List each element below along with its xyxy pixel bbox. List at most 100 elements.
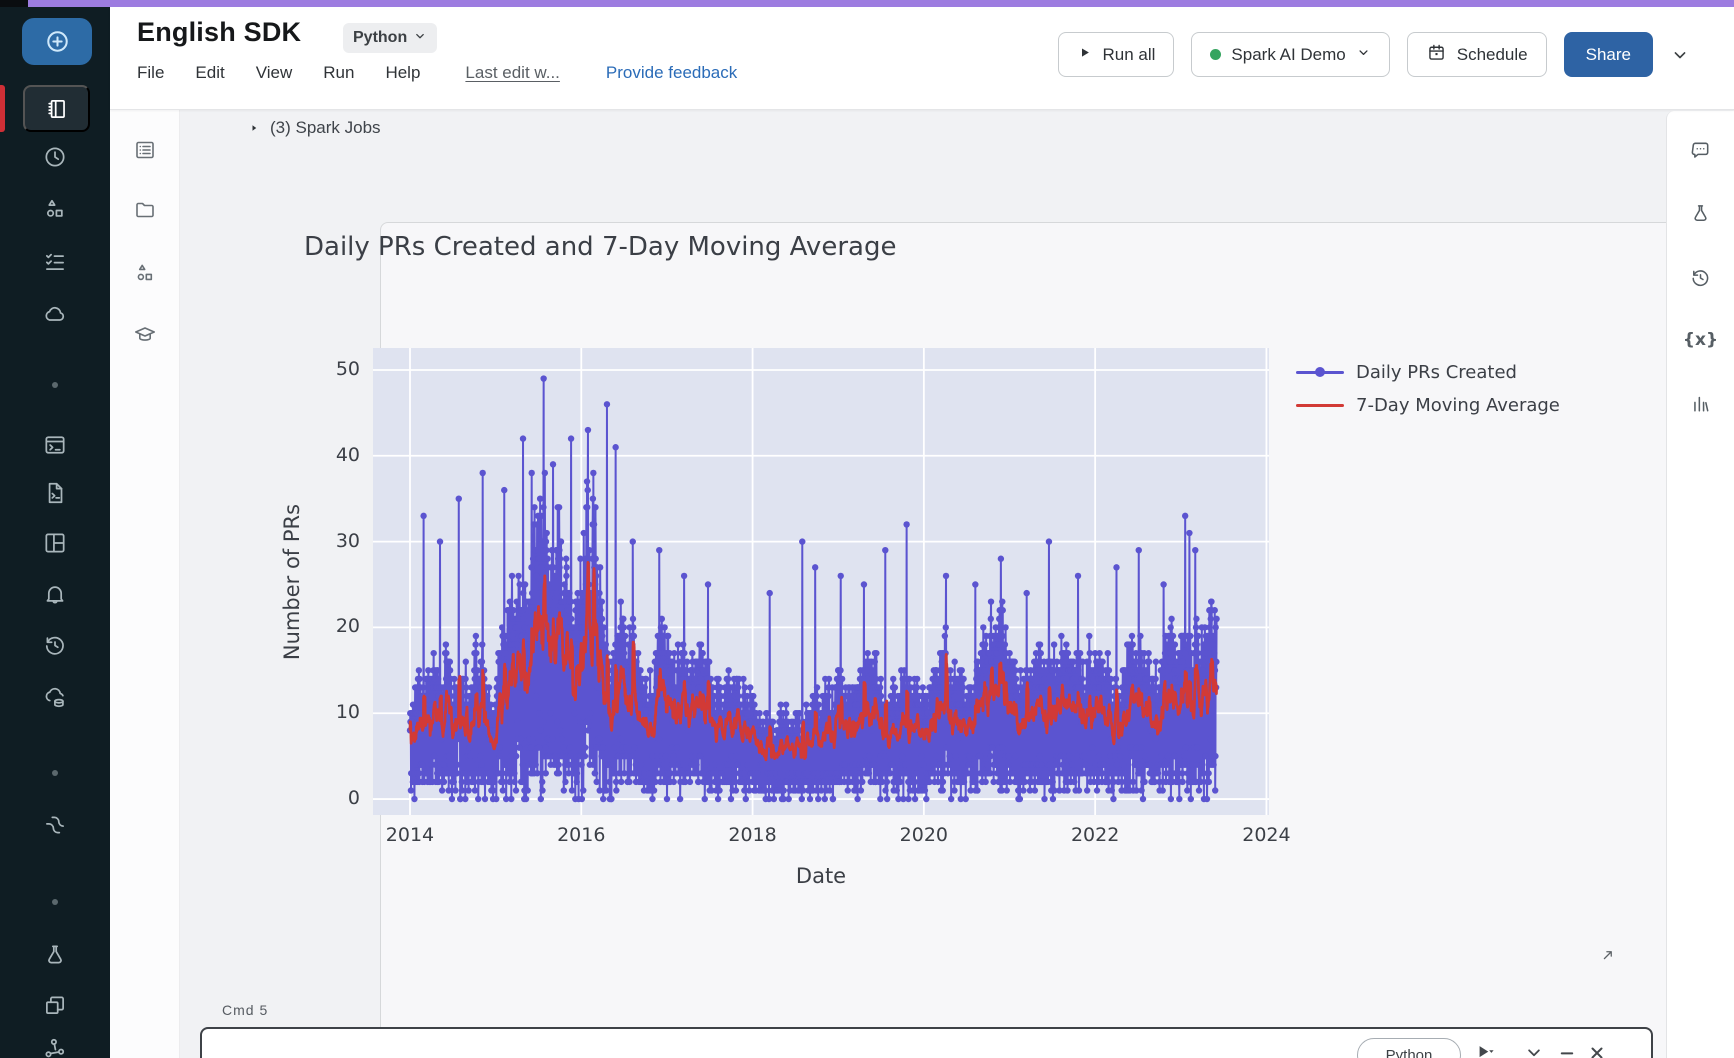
explorer-item-learn[interactable] bbox=[124, 314, 166, 356]
close-icon bbox=[1591, 1047, 1603, 1058]
explorer-item-catalog[interactable] bbox=[124, 252, 166, 294]
run-all-button[interactable]: Run all bbox=[1058, 32, 1175, 77]
explorer-item-table-of-contents[interactable] bbox=[124, 129, 166, 171]
alerts-icon bbox=[46, 586, 64, 604]
compute-icon bbox=[45, 306, 65, 321]
explorer-item-folder[interactable] bbox=[124, 189, 166, 231]
last-edit-link[interactable]: Last edit w... bbox=[465, 63, 560, 83]
menu-edit[interactable]: Edit bbox=[195, 63, 224, 83]
collapse-chevron-icon bbox=[1528, 1049, 1540, 1057]
notebook-header: English SDK Python File Edit View Run He… bbox=[110, 7, 1734, 110]
legend-entry: Daily PRs Created bbox=[1296, 360, 1560, 384]
menu-help[interactable]: Help bbox=[385, 63, 420, 83]
panel-item-variables[interactable]: {x} bbox=[1680, 319, 1722, 361]
panel-item-comments[interactable] bbox=[1680, 129, 1722, 171]
sidebar-item-catalog[interactable] bbox=[33, 187, 77, 231]
x-tick-label: 2024 bbox=[1242, 824, 1291, 846]
provide-feedback-link[interactable]: Provide feedback bbox=[606, 63, 737, 83]
chart-y-axis-label: Number of PRs bbox=[280, 503, 304, 661]
sidebar-item-serving[interactable] bbox=[33, 1026, 77, 1058]
sidebar-item-experiments[interactable] bbox=[33, 933, 77, 977]
revision-history-icon bbox=[1692, 269, 1709, 286]
catalog-icon bbox=[46, 199, 63, 217]
sidebar-item-models[interactable] bbox=[33, 983, 77, 1027]
charts-icon bbox=[1694, 396, 1709, 411]
sidebar-item-sql-editor[interactable] bbox=[33, 423, 77, 467]
panel-item-revision-history[interactable] bbox=[1680, 256, 1722, 298]
y-tick-label: 0 bbox=[347, 787, 360, 810]
serving-icon bbox=[45, 1038, 65, 1058]
chart-title: Daily PRs Created and 7-Day Moving Avera… bbox=[304, 232, 897, 262]
add-icon bbox=[46, 31, 68, 52]
separator-dot bbox=[52, 382, 58, 388]
cell-minimize-button[interactable] bbox=[1554, 1040, 1580, 1058]
minimize-icon bbox=[1560, 1052, 1574, 1055]
separator-dot bbox=[52, 770, 58, 776]
sidebar-item-pipelines[interactable] bbox=[33, 803, 77, 847]
cmd-label: Cmd 5 bbox=[222, 1002, 269, 1018]
sidebar-item-compute[interactable] bbox=[33, 292, 77, 336]
y-tick-label: 30 bbox=[335, 529, 360, 552]
cell-language-pill[interactable]: Python bbox=[1357, 1038, 1461, 1058]
table-of-contents-icon bbox=[135, 141, 154, 159]
spark-jobs-label: (3) Spark Jobs bbox=[270, 118, 381, 137]
language-badge-label: Python bbox=[353, 29, 408, 46]
x-tick-label: 2014 bbox=[385, 824, 435, 846]
legend-line-sample bbox=[1296, 367, 1344, 377]
chart-plot-canvas bbox=[373, 348, 1269, 815]
sidebar-item-alerts[interactable] bbox=[33, 571, 77, 615]
sidebar-item-recents[interactable] bbox=[33, 135, 77, 179]
cluster-status-dot bbox=[1210, 49, 1222, 60]
output-resize-handle[interactable] bbox=[1600, 948, 1615, 968]
sidebar-item-notebook[interactable] bbox=[23, 85, 90, 132]
chevron-down-icon bbox=[1356, 45, 1371, 65]
accent-corner bbox=[0, 0, 28, 7]
y-tick-label: 10 bbox=[335, 701, 360, 724]
cluster-label: Spark AI Demo bbox=[1231, 44, 1346, 64]
learn-icon bbox=[134, 327, 155, 341]
sidebar-item-queries[interactable] bbox=[33, 471, 77, 515]
x-tick-label: 2020 bbox=[899, 824, 949, 846]
dashboards-icon bbox=[45, 533, 65, 553]
play-icon bbox=[1077, 45, 1092, 65]
share-button[interactable]: Share bbox=[1563, 32, 1653, 77]
left-rail bbox=[0, 7, 110, 1058]
cell-close-button[interactable] bbox=[1584, 1040, 1610, 1058]
header-more-chevron[interactable] bbox=[1670, 45, 1690, 65]
sidebar-item-sql-warehouses[interactable] bbox=[33, 675, 77, 719]
variables-icon: {x} bbox=[1682, 330, 1719, 350]
cell-run-dropdown-button[interactable] bbox=[1473, 1040, 1499, 1058]
y-tick-label: 20 bbox=[335, 615, 360, 638]
sidebar-item-query-history[interactable] bbox=[33, 623, 77, 667]
chart-x-axis-label: Date bbox=[795, 864, 847, 888]
menu-run[interactable]: Run bbox=[323, 63, 354, 83]
run-all-label: Run all bbox=[1102, 44, 1156, 64]
panel-item-experiments[interactable] bbox=[1680, 192, 1722, 234]
menu-file[interactable]: File bbox=[137, 63, 164, 83]
cell-collapse-chevron-button[interactable] bbox=[1521, 1040, 1547, 1058]
new-button[interactable] bbox=[22, 18, 92, 65]
spark-jobs-toggle[interactable]: (3) Spark Jobs bbox=[248, 118, 381, 138]
x-tick-label: 2022 bbox=[1070, 824, 1120, 846]
x-tick-label: 2016 bbox=[557, 824, 606, 846]
queries-icon bbox=[48, 482, 63, 504]
sidebar-item-dashboards[interactable] bbox=[33, 521, 77, 565]
app-window: English SDK Python File Edit View Run He… bbox=[0, 0, 1734, 1058]
experiments-icon bbox=[48, 945, 62, 964]
folder-icon bbox=[135, 202, 154, 218]
separator-dot bbox=[52, 899, 58, 905]
explorer-rail bbox=[110, 110, 180, 1058]
sql-editor-icon bbox=[45, 436, 65, 454]
legend-line-sample bbox=[1296, 403, 1344, 407]
panel-item-charts[interactable] bbox=[1680, 382, 1722, 424]
header-actions: Run all Spark AI Demo Schedule Share bbox=[1058, 32, 1690, 77]
cluster-selector[interactable]: Spark AI Demo bbox=[1191, 32, 1390, 77]
notebook-icon bbox=[47, 99, 65, 118]
calendar-icon bbox=[1426, 42, 1447, 68]
sidebar-item-workflows[interactable] bbox=[33, 240, 77, 284]
schedule-button[interactable]: Schedule bbox=[1406, 32, 1547, 77]
menu-view[interactable]: View bbox=[256, 63, 293, 83]
experiments-icon bbox=[1694, 204, 1707, 221]
chevron-down-icon bbox=[413, 29, 427, 48]
language-badge[interactable]: Python bbox=[343, 23, 438, 53]
